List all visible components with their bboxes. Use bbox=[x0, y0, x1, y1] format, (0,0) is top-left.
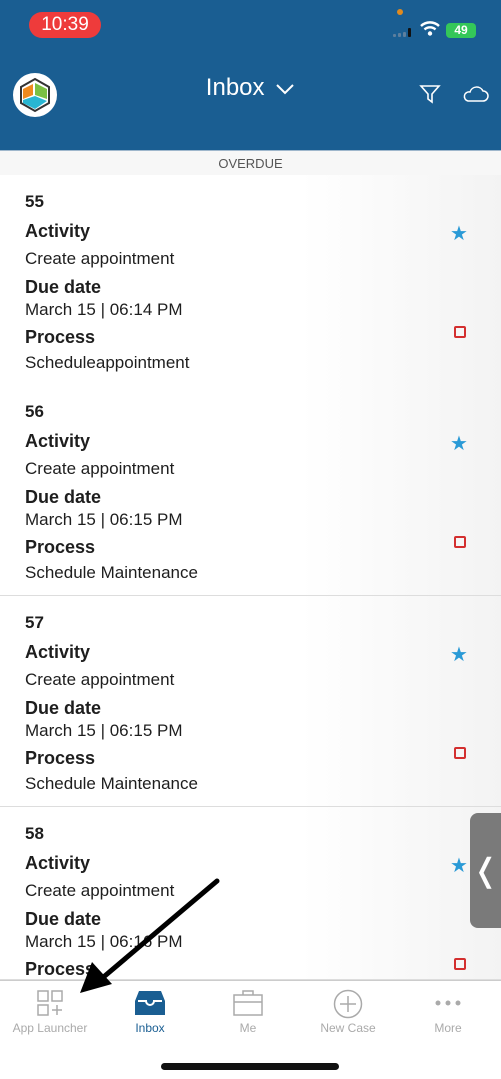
star-icon[interactable]: ★ bbox=[450, 431, 468, 456]
tab-inbox[interactable]: Inbox bbox=[100, 981, 200, 1035]
due-date-value: March 15 | 06:15 PM bbox=[25, 721, 183, 740]
filter-icon[interactable] bbox=[419, 83, 441, 105]
tab-new-case[interactable]: New Case bbox=[298, 981, 398, 1035]
due-date-value: March 15 | 06:16 PM bbox=[25, 932, 183, 951]
due-date-label: Due date bbox=[25, 698, 102, 718]
star-icon[interactable]: ★ bbox=[450, 221, 468, 246]
due-date-label: Due date bbox=[25, 487, 102, 507]
activity-value: Create appointment bbox=[25, 459, 175, 478]
star-icon[interactable]: ★ bbox=[450, 642, 468, 667]
side-panel-handle[interactable]: ❬ bbox=[470, 813, 501, 928]
more-icon bbox=[435, 1000, 461, 1006]
star-icon[interactable]: ★ bbox=[450, 853, 468, 878]
tab-label: Me bbox=[239, 1021, 257, 1035]
tab-label: New Case bbox=[320, 1021, 376, 1035]
due-date-label: Due date bbox=[25, 909, 102, 929]
activity-value: Create appointment bbox=[25, 670, 175, 689]
chevron-down-icon bbox=[276, 84, 294, 95]
process-value: Scheduleappointment bbox=[25, 353, 190, 372]
tab-more[interactable]: More bbox=[398, 981, 498, 1035]
process-label: Process bbox=[25, 537, 96, 557]
process-label: Process bbox=[25, 748, 96, 768]
page-title: Inbox bbox=[205, 74, 265, 101]
process-value: Schedule Maintenance bbox=[25, 563, 198, 582]
tab-label: More bbox=[434, 1021, 462, 1035]
process-label: Process bbox=[25, 959, 96, 979]
battery-icon: 49 bbox=[446, 23, 476, 38]
status-time: 10:39 bbox=[29, 12, 101, 38]
privacy-indicator bbox=[397, 9, 403, 15]
status-square-icon bbox=[454, 747, 466, 759]
tab-label: Inbox bbox=[135, 1021, 165, 1035]
process-value: Schedule Maintenance bbox=[25, 774, 198, 793]
status-square-icon bbox=[454, 326, 466, 338]
inbox-item[interactable]: 56 Activity Create appointment Due date … bbox=[0, 385, 501, 596]
section-header-overdue: OVERDUE bbox=[0, 150, 501, 175]
status-square-icon bbox=[454, 958, 466, 970]
item-number: 57 bbox=[25, 613, 44, 632]
status-square-icon bbox=[454, 536, 466, 548]
process-label: Process bbox=[25, 327, 96, 347]
activity-label: Activity bbox=[25, 853, 91, 873]
inbox-item[interactable]: 57 Activity Create appointment Due date … bbox=[0, 596, 501, 807]
activity-value: Create appointment bbox=[25, 249, 175, 268]
activity-label: Activity bbox=[25, 221, 91, 241]
app-launcher-icon bbox=[37, 990, 63, 1016]
due-date-value: March 15 | 06:14 PM bbox=[25, 300, 183, 319]
due-date-label: Due date bbox=[25, 277, 102, 297]
app-header: 10:39 49 Inbox bbox=[0, 0, 501, 150]
item-number: 58 bbox=[25, 824, 44, 843]
activity-label: Activity bbox=[25, 431, 91, 451]
tab-me[interactable]: Me bbox=[198, 981, 298, 1035]
due-date-value: March 15 | 06:15 PM bbox=[25, 510, 183, 529]
item-number: 56 bbox=[25, 402, 44, 421]
tab-label: App Launcher bbox=[12, 1021, 88, 1035]
plus-circle-icon bbox=[333, 989, 363, 1019]
activity-label: Activity bbox=[25, 642, 91, 662]
inbox-icon bbox=[135, 991, 165, 1015]
signal-icon bbox=[393, 27, 415, 37]
inbox-item[interactable]: 58 Activity Create appointment Due date … bbox=[0, 807, 501, 980]
tab-app-launcher[interactable]: App Launcher bbox=[0, 981, 100, 1035]
home-indicator bbox=[161, 1063, 339, 1070]
activity-value: Create appointment bbox=[25, 881, 175, 900]
wifi-icon bbox=[420, 20, 440, 41]
cloud-icon[interactable] bbox=[461, 84, 489, 104]
inbox-item[interactable]: 55 Activity Create appointment Due date … bbox=[0, 175, 501, 386]
item-number: 55 bbox=[25, 192, 44, 211]
briefcase-icon bbox=[233, 990, 263, 1016]
